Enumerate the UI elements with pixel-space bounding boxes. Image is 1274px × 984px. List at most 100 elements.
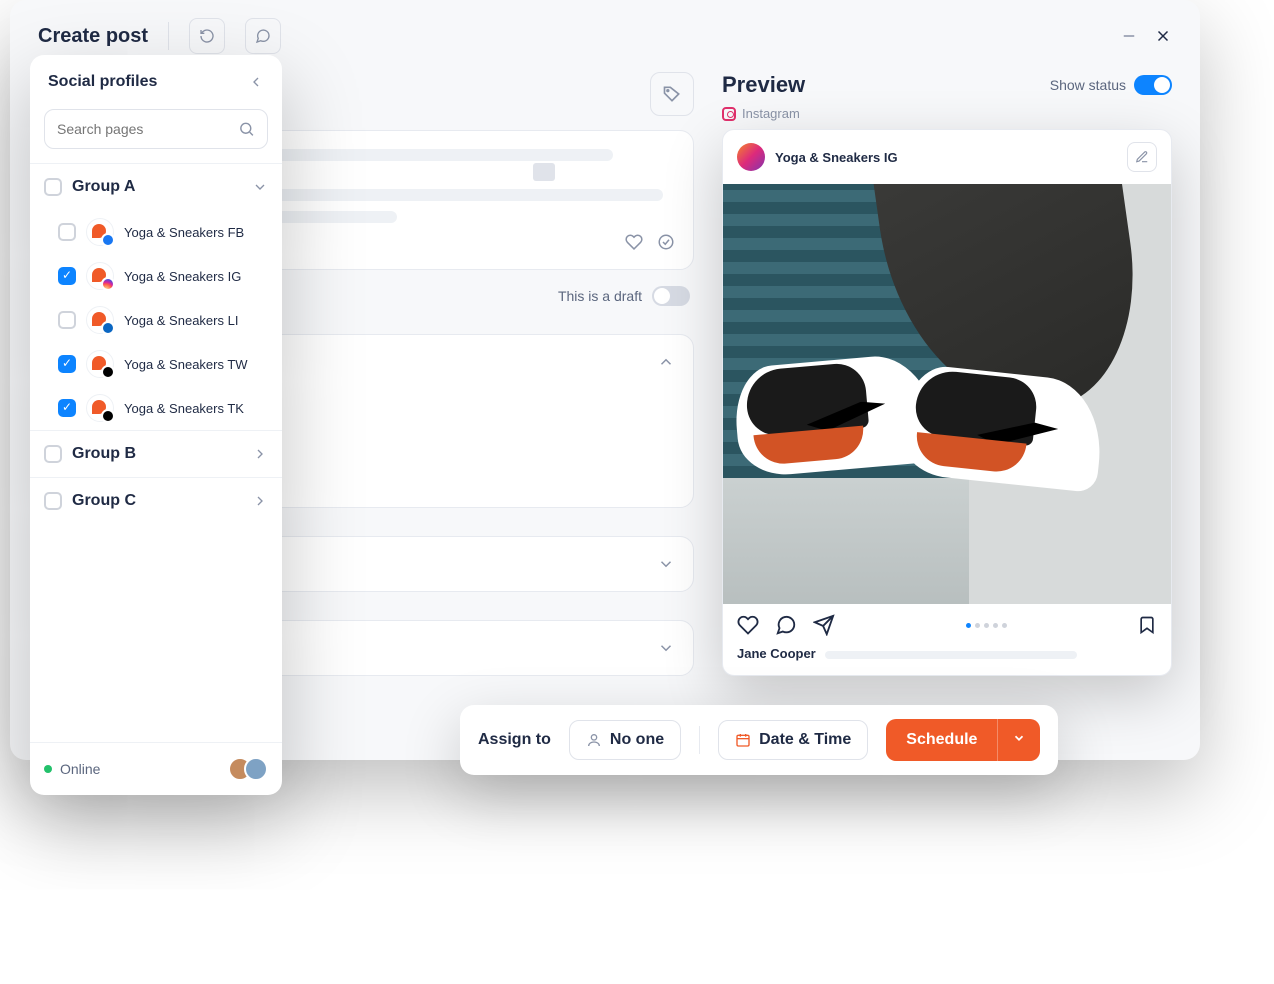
group-header-a[interactable]: Group A [30, 164, 282, 210]
chevron-down-icon [1012, 731, 1026, 745]
calendar-icon [735, 732, 751, 748]
comment-icon[interactable] [775, 614, 797, 636]
datetime-label: Date & Time [759, 731, 851, 749]
chevron-right-icon [252, 493, 268, 509]
profile-row[interactable]: Yoga & Sneakers TK [30, 386, 282, 430]
group-header-c[interactable]: Group C [30, 478, 282, 524]
chat-icon [255, 28, 271, 44]
share-icon[interactable] [813, 614, 835, 636]
instagram-icon [101, 277, 115, 291]
x-icon [101, 365, 115, 379]
profile-icon [86, 350, 114, 378]
schedule-bar: Assign to No one Date & Time Schedule [460, 705, 1058, 775]
chevron-down-icon [657, 555, 675, 573]
search-input[interactable] [57, 121, 238, 137]
divider [699, 726, 700, 754]
comments-button[interactable] [245, 18, 281, 54]
undo-button[interactable] [189, 18, 225, 54]
social-profiles-sidebar: Social profiles Group A Yoga & Sneakers … [30, 55, 282, 795]
show-status-label: Show status [1050, 77, 1126, 93]
group-a-label: Group A [72, 178, 135, 196]
instagram-preview-card: Yoga & Sneakers IG [722, 129, 1172, 676]
assignee-button[interactable]: No one [569, 720, 681, 760]
profile-icon [86, 218, 114, 246]
online-indicator [44, 765, 52, 773]
tags-button[interactable] [650, 72, 694, 116]
tag-icon [662, 84, 682, 104]
profile-label: Yoga & Sneakers TK [124, 401, 244, 416]
preview-account-name: Yoga & Sneakers IG [775, 150, 898, 165]
facebook-icon [101, 233, 115, 247]
profile-checkbox[interactable] [58, 311, 76, 329]
datetime-button[interactable]: Date & Time [718, 720, 868, 760]
heart-icon[interactable] [625, 233, 643, 251]
close-icon [1154, 27, 1172, 45]
minimize-button[interactable] [1120, 27, 1138, 45]
profile-label: Yoga & Sneakers IG [124, 269, 241, 284]
preview-image [723, 184, 1171, 604]
online-avatars[interactable] [236, 757, 268, 781]
edit-preview-button[interactable] [1127, 142, 1157, 172]
undo-icon [199, 28, 215, 44]
avatar [737, 143, 765, 171]
assign-to-label: Assign to [478, 731, 551, 749]
group-a-checkbox[interactable] [44, 178, 62, 196]
instagram-icon [722, 107, 736, 121]
divider [168, 22, 169, 50]
online-label: Online [60, 761, 100, 777]
window-title: Create post [38, 25, 148, 48]
placeholder-line [825, 651, 1077, 659]
chevron-down-icon [252, 179, 268, 195]
profile-checkbox[interactable] [58, 223, 76, 241]
profile-icon [86, 306, 114, 334]
linkedin-icon [101, 321, 115, 335]
search-icon [238, 120, 255, 138]
assignee-value: No one [610, 731, 664, 749]
schedule-button[interactable]: Schedule [886, 719, 1040, 761]
carousel-indicator [966, 623, 1007, 628]
image-icon [533, 163, 555, 181]
group-c-label: Group C [72, 492, 136, 510]
group-header-b[interactable]: Group B [30, 431, 282, 477]
profile-checkbox[interactable] [58, 267, 76, 285]
chevron-right-icon [252, 446, 268, 462]
profile-label: Yoga & Sneakers FB [124, 225, 244, 240]
show-status-toggle[interactable] [1134, 75, 1172, 95]
schedule-button-label: Schedule [886, 719, 997, 761]
profile-label: Yoga & Sneakers TW [124, 357, 248, 372]
preview-caption-name: Jane Cooper [737, 646, 816, 661]
collapse-sidebar-button[interactable] [248, 74, 264, 90]
chevron-down-icon [657, 639, 675, 657]
profile-row[interactable]: Yoga & Sneakers TW [30, 342, 282, 386]
person-icon [586, 732, 602, 748]
tiktok-icon [101, 409, 115, 423]
check-circle-icon[interactable] [657, 233, 675, 251]
minimize-icon [1120, 27, 1138, 45]
bookmark-icon[interactable] [1137, 615, 1157, 635]
preview-column: Preview Show status Instagram Yoga & Sne… [722, 72, 1172, 676]
draft-toggle[interactable] [652, 286, 690, 306]
preview-title: Preview [722, 72, 805, 98]
profile-row[interactable]: Yoga & Sneakers FB [30, 210, 282, 254]
heart-icon[interactable] [737, 614, 759, 636]
profile-icon [86, 394, 114, 422]
avatar [244, 757, 268, 781]
chevron-up-icon [657, 353, 675, 371]
schedule-dropdown-button[interactable] [997, 719, 1040, 761]
chevron-left-icon [248, 74, 264, 90]
sidebar-title: Social profiles [48, 73, 157, 91]
profile-icon [86, 262, 114, 290]
search-field[interactable] [44, 109, 268, 149]
draft-label: This is a draft [558, 288, 642, 304]
profile-row[interactable]: Yoga & Sneakers IG [30, 254, 282, 298]
group-b-label: Group B [72, 445, 136, 463]
group-b-checkbox[interactable] [44, 445, 62, 463]
preview-platform-label: Instagram [742, 106, 800, 121]
group-c-checkbox[interactable] [44, 492, 62, 510]
close-button[interactable] [1154, 27, 1172, 45]
profile-checkbox[interactable] [58, 399, 76, 417]
profile-row[interactable]: Yoga & Sneakers LI [30, 298, 282, 342]
profile-label: Yoga & Sneakers LI [124, 313, 238, 328]
pencil-icon [1135, 150, 1149, 164]
profile-checkbox[interactable] [58, 355, 76, 373]
